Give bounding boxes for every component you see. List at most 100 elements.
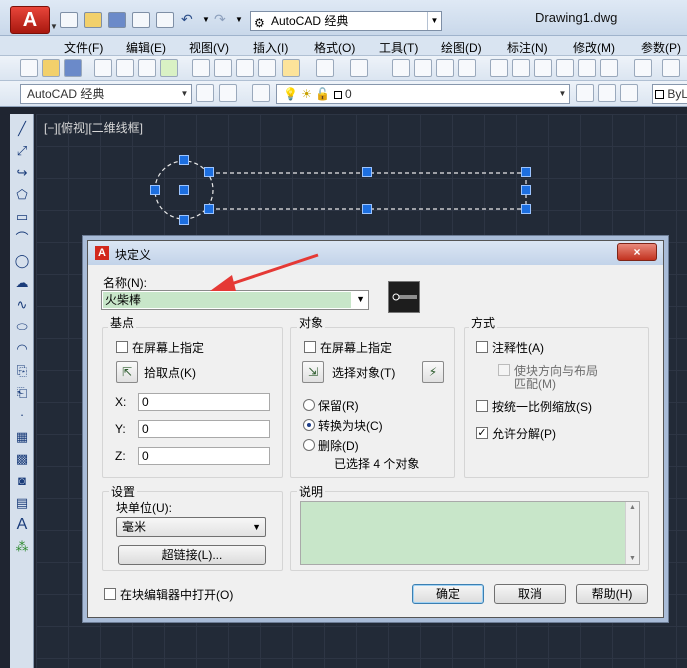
- grip[interactable]: [204, 167, 214, 177]
- region-icon[interactable]: ◙: [13, 472, 31, 490]
- design-center-icon[interactable]: [512, 59, 530, 77]
- plot-icon[interactable]: [156, 12, 174, 28]
- grip[interactable]: [179, 155, 189, 165]
- block-unit-dropdown[interactable]: 毫米 ▼: [116, 517, 266, 537]
- annotative-checkbox[interactable]: [476, 341, 488, 353]
- publish-icon[interactable]: [138, 59, 156, 77]
- allow-exploding-checkbox[interactable]: ✓: [476, 427, 488, 439]
- copy-icon[interactable]: [214, 59, 232, 77]
- color-dropdown[interactable]: ByL: [652, 84, 687, 104]
- save-icon[interactable]: [108, 12, 126, 28]
- cut-icon[interactable]: [192, 59, 210, 77]
- grip[interactable]: [204, 204, 214, 214]
- help-icon[interactable]: [634, 59, 652, 77]
- grip[interactable]: [521, 185, 531, 195]
- polygon-icon[interactable]: ⬠: [13, 186, 31, 204]
- grip[interactable]: [362, 204, 372, 214]
- open-in-block-editor-checkbox[interactable]: [104, 588, 116, 600]
- workspace-save-icon[interactable]: [219, 84, 237, 102]
- menu-draw[interactable]: 绘图(D): [441, 39, 482, 56]
- help-button[interactable]: 帮助(H): [576, 584, 648, 604]
- hatch-icon[interactable]: ▦: [13, 428, 31, 446]
- undo-icon[interactable]: ↶: [181, 11, 193, 28]
- workspace-settings-icon[interactable]: [196, 84, 214, 102]
- tool-palettes-icon[interactable]: [534, 59, 552, 77]
- match-properties-icon[interactable]: [258, 59, 276, 77]
- line-icon[interactable]: ╱: [13, 120, 31, 138]
- menu-dimension[interactable]: 标注(N): [507, 39, 548, 56]
- grip[interactable]: [362, 167, 372, 177]
- new-icon[interactable]: [60, 12, 78, 28]
- table-icon[interactable]: ▤: [13, 494, 31, 512]
- quickcalc-icon[interactable]: [600, 59, 618, 77]
- x-field[interactable]: 0: [138, 393, 270, 411]
- arc-icon[interactable]: ⌒: [13, 230, 31, 248]
- add-selected-icon[interactable]: ⁂: [13, 538, 31, 556]
- make-current-layer-icon[interactable]: [576, 84, 594, 102]
- save-as-icon[interactable]: [132, 12, 150, 28]
- cancel-button[interactable]: 取消: [494, 584, 566, 604]
- grip[interactable]: [179, 215, 189, 225]
- grip[interactable]: [150, 185, 160, 195]
- markup-icon[interactable]: [578, 59, 596, 77]
- properties-icon[interactable]: [490, 59, 508, 77]
- description-textarea[interactable]: ▲ ▼: [300, 501, 640, 565]
- polyline-icon[interactable]: ↪: [13, 164, 31, 182]
- ellipse-icon[interactable]: ⬭: [13, 318, 31, 336]
- menu-tools[interactable]: 工具(T): [379, 39, 418, 56]
- undo-dropdown-icon[interactable]: ▼: [202, 15, 210, 24]
- redo-icon[interactable]: [350, 59, 368, 77]
- 3d-dwf-icon[interactable]: [160, 59, 178, 77]
- app-menu-dropdown-icon[interactable]: ▼: [50, 22, 58, 31]
- sheet-set-icon[interactable]: [556, 59, 574, 77]
- open-icon[interactable]: [42, 59, 60, 77]
- delete-radio[interactable]: [303, 439, 315, 451]
- convert-to-block-radio[interactable]: [303, 419, 315, 431]
- open-icon[interactable]: [84, 12, 102, 28]
- viewport-controls[interactable]: [−][俯视][二维线框]: [44, 119, 143, 136]
- pick-point-button[interactable]: ⇱: [116, 361, 138, 383]
- ok-button[interactable]: 确定: [412, 584, 484, 604]
- description-scrollbar[interactable]: ▲ ▼: [625, 502, 639, 564]
- gradient-icon[interactable]: ▩: [13, 450, 31, 468]
- grip[interactable]: [521, 167, 531, 177]
- menu-file[interactable]: 文件(F): [64, 39, 103, 56]
- matchstick-drawing[interactable]: [140, 150, 540, 230]
- paste-icon[interactable]: [236, 59, 254, 77]
- grip[interactable]: [521, 204, 531, 214]
- chevron-down-icon[interactable]: ▼: [356, 294, 365, 304]
- construction-line-icon[interactable]: ⤢: [13, 142, 31, 160]
- point-icon[interactable]: ·: [13, 406, 31, 424]
- zoom-window-icon[interactable]: [436, 59, 454, 77]
- circle-icon[interactable]: ◯: [13, 252, 31, 270]
- layer-state-icon[interactable]: [620, 84, 638, 102]
- insert-block-icon[interactable]: ⎘: [13, 362, 31, 380]
- block-editor-icon[interactable]: [282, 59, 300, 77]
- menu-format[interactable]: 格式(O): [314, 39, 355, 56]
- select-objects-button[interactable]: ⇲: [302, 361, 324, 383]
- objects-on-screen-checkbox[interactable]: [304, 341, 316, 353]
- grip[interactable]: [179, 185, 189, 195]
- revision-cloud-icon[interactable]: ☁: [13, 274, 31, 292]
- quick-select-button[interactable]: ⚡: [422, 361, 444, 383]
- layer-dropdown[interactable]: 💡 ☀ 🔓 0 ▼: [276, 84, 570, 104]
- layer-previous-icon[interactable]: [598, 84, 616, 102]
- menu-view[interactable]: 视图(V): [189, 39, 229, 56]
- y-field[interactable]: 0: [138, 420, 270, 438]
- dialog-title-bar[interactable]: A 块定义 ×: [88, 241, 663, 265]
- menu-parametric[interactable]: 参数(P): [641, 39, 681, 56]
- redo-icon[interactable]: ↷: [214, 11, 226, 28]
- multiline-text-icon[interactable]: A: [13, 516, 31, 534]
- plot-icon[interactable]: [94, 59, 112, 77]
- undo-icon[interactable]: [316, 59, 334, 77]
- application-menu-button[interactable]: A: [10, 6, 50, 34]
- plot-preview-icon[interactable]: [116, 59, 134, 77]
- menu-edit[interactable]: 编辑(E): [126, 39, 166, 56]
- ellipse-arc-icon[interactable]: ◠: [13, 340, 31, 358]
- rectangle-icon[interactable]: ▭: [13, 208, 31, 226]
- zoom-realtime-icon[interactable]: [414, 59, 432, 77]
- pan-icon[interactable]: [392, 59, 410, 77]
- match-orientation-checkbox[interactable]: [498, 364, 510, 376]
- scroll-up-icon[interactable]: ▲: [629, 504, 636, 511]
- scroll-down-icon[interactable]: ▼: [629, 555, 636, 562]
